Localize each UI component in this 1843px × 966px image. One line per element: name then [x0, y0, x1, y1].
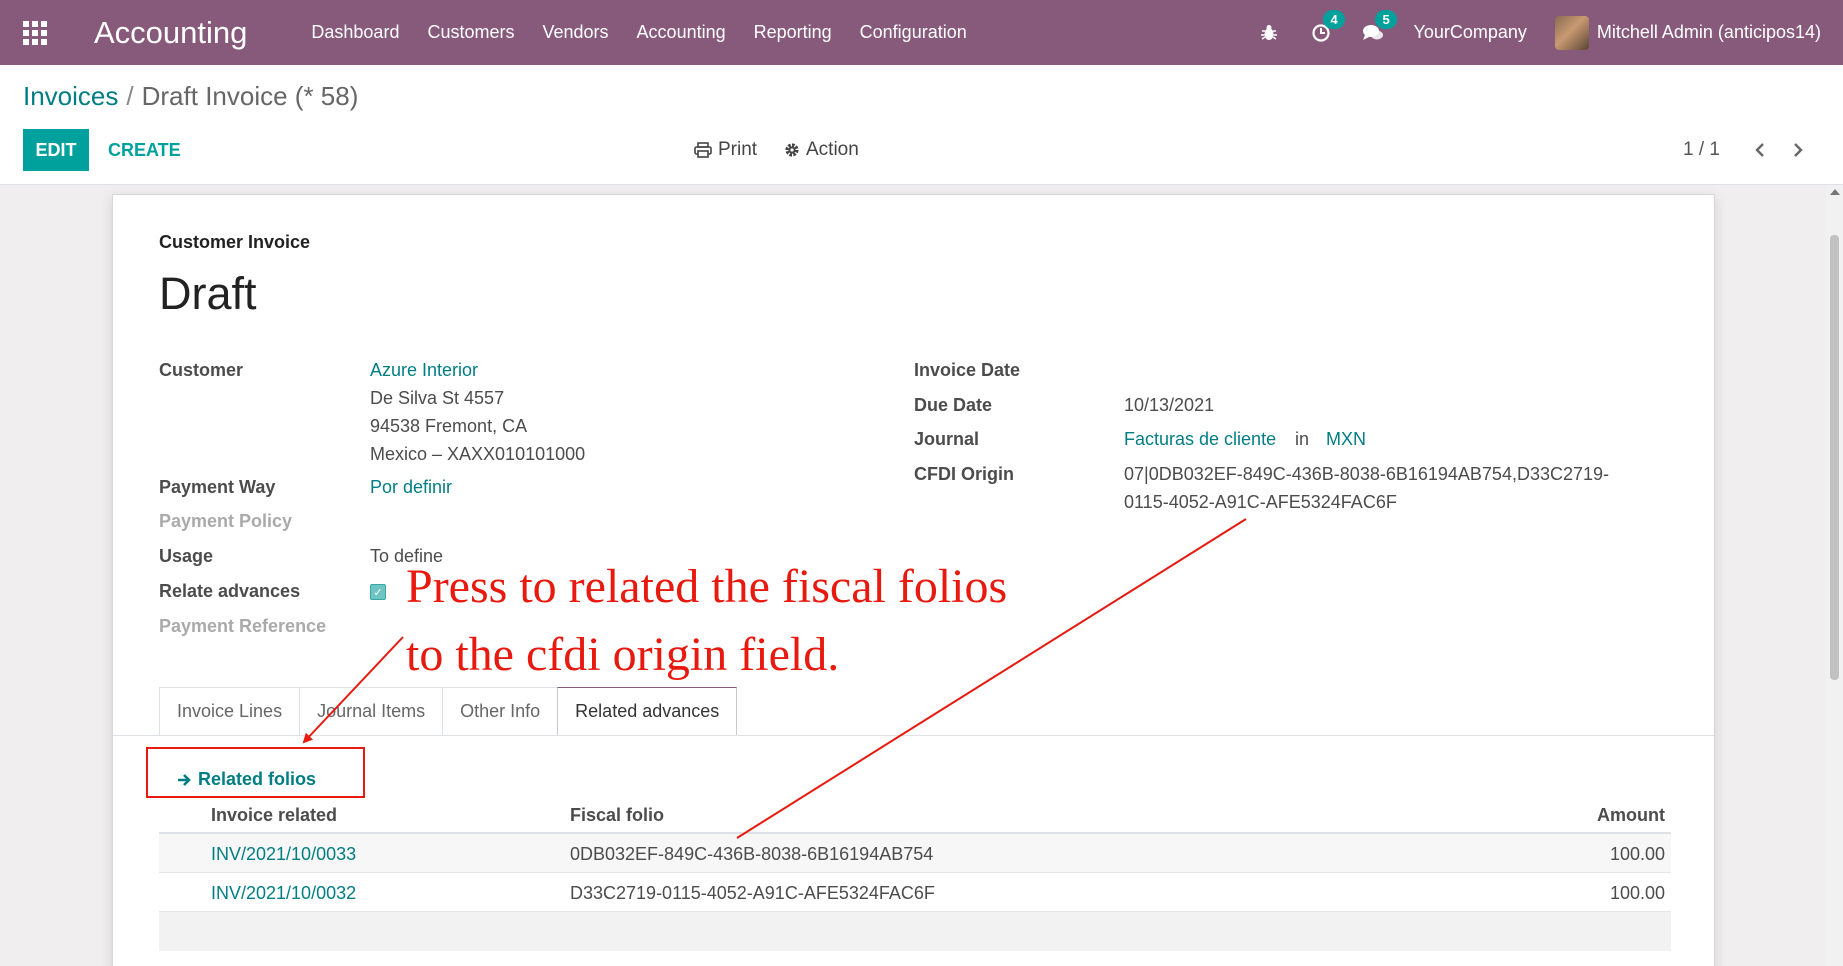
top-navbar: Accounting Dashboard Customers Vendors A…: [0, 0, 1843, 65]
control-panel: Invoices / Draft Invoice (* 58) EDIT CREAT…: [0, 65, 1843, 185]
pager-value[interactable]: 1 / 1: [1683, 129, 1720, 171]
related-advances-table: Invoice related Fiscal folio Amount INV/…: [159, 795, 1671, 951]
tab-invoice-lines[interactable]: Invoice Lines: [159, 687, 301, 735]
column-invoice-related[interactable]: Invoice related: [211, 805, 337, 826]
breadcrumb-current: Draft Invoice (* 58): [141, 81, 359, 111]
main-menu: Dashboard Customers Vendors Accounting R…: [297, 0, 980, 65]
company-switcher[interactable]: YourCompany: [1413, 22, 1526, 43]
cfdi-origin-label: CFDI Origin: [914, 464, 1014, 484]
customer-link[interactable]: Azure Interior: [370, 356, 478, 384]
journal-in-text: in: [1295, 429, 1310, 449]
customer-address-line-2: 94538 Fremont, CA: [370, 416, 528, 436]
annotation-line-1: Press to related the fiscal folios: [406, 560, 1008, 613]
breadcrumb: Invoices / Draft Invoice (* 58): [23, 81, 358, 112]
print-label: Print: [718, 139, 758, 160]
column-fiscal-folio[interactable]: Fiscal folio: [570, 805, 664, 826]
payment-policy-label: Payment Policy: [159, 511, 293, 531]
breadcrumb-invoices[interactable]: Invoices: [23, 81, 118, 111]
gear-icon: [785, 143, 799, 157]
document-name: Draft: [159, 268, 257, 319]
menu-accounting[interactable]: Accounting: [623, 0, 740, 65]
payment-way-label: Payment Way: [159, 477, 276, 497]
customer-address-line-1: De Silva St 4557: [370, 388, 505, 408]
amount-cell: 100.00: [1609, 844, 1665, 864]
action-label: Action: [806, 139, 859, 160]
scrollbar-thumb[interactable]: [1830, 235, 1839, 680]
print-button[interactable]: Print: [694, 129, 757, 171]
apps-menu-icon[interactable]: [0, 0, 70, 65]
tab-journal-items[interactable]: Journal Items: [299, 687, 444, 735]
chevron-left-icon[interactable]: [1746, 129, 1774, 171]
table-row[interactable]: INV/2021/10/0032 D33C2719-0115-4052-A91C…: [159, 873, 1671, 912]
action-button[interactable]: Action: [784, 129, 859, 171]
payment-way-value[interactable]: Por definir: [370, 473, 452, 501]
app-title[interactable]: Accounting: [94, 15, 247, 51]
create-button[interactable]: CREATE: [108, 129, 181, 171]
messages-icon[interactable]: 5: [1361, 9, 1397, 45]
annotation-line-2: to the cfdi origin field.: [406, 628, 840, 681]
menu-vendors[interactable]: Vendors: [528, 0, 622, 65]
message-count-badge: 5: [1375, 9, 1397, 29]
fiscal-folio-cell: 0DB032EF-849C-436B-8038-6B16194AB754: [570, 844, 934, 864]
activity-count-badge: 4: [1323, 9, 1345, 29]
menu-reporting[interactable]: Reporting: [740, 0, 846, 65]
activity-clock-icon[interactable]: 4: [1309, 9, 1345, 45]
annotation-highlight-box: [146, 747, 365, 798]
customer-address-line-3: Mexico – XAXX010101000: [370, 444, 586, 464]
customer-label: Customer: [159, 360, 244, 380]
column-amount[interactable]: Amount: [1597, 805, 1665, 826]
due-date-value: 10/13/2021: [1124, 395, 1215, 415]
printer-icon: [694, 142, 712, 158]
relate-advances-label: Relate advances: [159, 581, 301, 601]
annotation-text: Press to related the fiscal folios to th…: [406, 553, 1007, 689]
menu-dashboard[interactable]: Dashboard: [297, 0, 413, 65]
menu-configuration[interactable]: Configuration: [846, 0, 981, 65]
table-header: Invoice related Fiscal folio Amount: [159, 795, 1671, 834]
systray: 4 5 YourCompany Mitchell Admin (anticipo…: [1257, 0, 1821, 65]
page-scrollbar[interactable]: [1826, 185, 1843, 966]
journal-link[interactable]: Facturas de cliente: [1124, 425, 1276, 453]
usage-label: Usage: [159, 546, 214, 566]
cfdi-origin-line-2: 0115-4052-A91C-AFE5324FAC6F: [1124, 492, 1397, 512]
menu-customers[interactable]: Customers: [413, 0, 528, 65]
payment-reference-label: Payment Reference: [159, 616, 327, 636]
invoice-related-cell[interactable]: INV/2021/10/0033: [211, 844, 356, 865]
journal-label: Journal: [914, 429, 980, 449]
tab-divider: [113, 735, 1714, 736]
scroll-up-arrow-icon[interactable]: [1830, 189, 1840, 195]
fiscal-folio-cell: D33C2719-0115-4052-A91C-AFE5324FAC6F: [570, 883, 935, 903]
amount-cell: 100.00: [1609, 883, 1665, 903]
chevron-right-icon[interactable]: [1784, 129, 1812, 171]
user-name: Mitchell Admin (anticipos14): [1596, 22, 1821, 42]
currency-link[interactable]: MXN: [1326, 425, 1366, 453]
relate-advances-checkbox[interactable]: ✓: [370, 584, 386, 600]
cfdi-origin-line-1: 07|0DB032EF-849C-436B-8038-6B16194AB754,…: [1124, 464, 1610, 484]
avatar: [1554, 15, 1589, 50]
notebook-tabs: Invoice Lines Journal Items Other Info R…: [159, 687, 738, 736]
tab-other-info[interactable]: Other Info: [442, 687, 559, 735]
table-row-empty: [159, 912, 1671, 951]
invoice-related-cell[interactable]: INV/2021/10/0032: [211, 883, 356, 904]
due-date-label: Due Date: [914, 395, 993, 415]
document-type: Customer Invoice: [159, 232, 311, 252]
breadcrumb-separator: /: [126, 81, 134, 111]
user-menu[interactable]: Mitchell Admin (anticipos14): [1554, 15, 1821, 50]
debug-bug-icon[interactable]: [1257, 21, 1281, 45]
table-row[interactable]: INV/2021/10/0033 0DB032EF-849C-436B-8038…: [159, 834, 1671, 873]
edit-button[interactable]: EDIT: [23, 129, 89, 171]
tab-related-advances[interactable]: Related advances: [557, 687, 738, 736]
invoice-date-label: Invoice Date: [914, 360, 1021, 380]
